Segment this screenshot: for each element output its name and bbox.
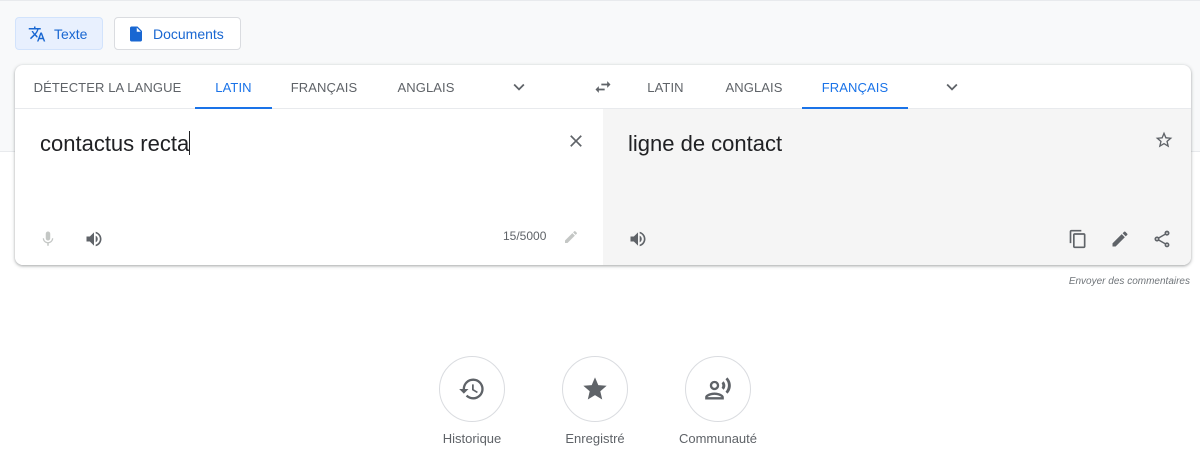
star-icon — [583, 377, 607, 400]
swap-languages-button[interactable] — [591, 75, 615, 99]
pencil-icon — [1112, 231, 1128, 247]
community-button[interactable]: Communauté — [668, 356, 768, 446]
tab-target-francais[interactable]: FRANÇAIS — [802, 65, 908, 109]
community-circle[interactable] — [685, 356, 751, 422]
saved-button[interactable]: Enregistré — [545, 356, 645, 446]
share-icon — [1154, 230, 1170, 248]
source-pane[interactable]: contactus recta 15/5000 — [15, 109, 603, 265]
star-icon — [1155, 131, 1173, 148]
voice-input-button[interactable] — [36, 227, 60, 251]
microphone-icon — [42, 231, 54, 246]
swap-icon — [595, 81, 611, 93]
history-label: Historique — [442, 431, 502, 446]
tab-source-francais[interactable]: FRANÇAIS — [279, 65, 369, 109]
close-icon — [570, 135, 582, 147]
save-translation-button[interactable] — [1152, 128, 1176, 152]
copy-icon — [1069, 229, 1086, 249]
chevron-down-icon — [513, 83, 525, 91]
saved-label: Enregistré — [565, 431, 625, 446]
chevron-down-icon — [946, 83, 958, 91]
translated-text: ligne de contact — [628, 131, 783, 156]
documents-mode-button[interactable]: Documents — [114, 17, 241, 50]
community-icon — [705, 377, 731, 400]
tab-source-anglais[interactable]: ANGLAIS — [385, 65, 467, 109]
history-button[interactable]: Historique — [422, 356, 522, 446]
suggest-edit-button[interactable] — [1108, 227, 1132, 251]
copy-translation-button[interactable] — [1066, 227, 1090, 251]
text-cursor — [189, 131, 191, 155]
text-mode-label: Texte — [54, 25, 88, 42]
translate-icon — [28, 26, 46, 41]
share-translation-button[interactable] — [1150, 227, 1174, 251]
listen-source-button[interactable] — [82, 227, 106, 251]
document-icon — [130, 26, 142, 41]
character-count: 15/5000 — [503, 229, 547, 243]
send-feedback-link[interactable]: Envoyer des commentaires — [1069, 276, 1190, 287]
language-bar: DÉTECTER LA LANGUE LATIN FRANÇAIS ANGLAI… — [15, 65, 1191, 109]
history-circle[interactable] — [439, 356, 505, 422]
tab-source-latin[interactable]: LATIN — [195, 65, 272, 109]
source-text-input[interactable]: contactus recta — [40, 131, 191, 157]
documents-mode-label: Documents — [153, 25, 224, 42]
translation-card: DÉTECTER LA LANGUE LATIN FRANÇAIS ANGLAI… — [15, 65, 1191, 265]
tab-detect-language[interactable]: DÉTECTER LA LANGUE — [25, 65, 190, 109]
listen-translation-button[interactable] — [626, 227, 650, 251]
target-pane: ligne de contact — [603, 109, 1191, 265]
text-mode-button[interactable]: Texte — [15, 17, 103, 50]
target-more-languages-button[interactable] — [940, 75, 964, 99]
pencil-icon — [565, 230, 578, 243]
source-more-languages-button[interactable] — [507, 75, 531, 99]
speaker-icon — [630, 231, 646, 247]
tab-target-latin[interactable]: LATIN — [637, 65, 694, 109]
saved-circle[interactable] — [562, 356, 628, 422]
community-label: Communauté — [678, 431, 758, 446]
clear-source-button[interactable] — [564, 129, 588, 153]
edit-source-button[interactable] — [561, 227, 581, 247]
speaker-icon — [86, 231, 102, 247]
history-icon — [459, 378, 484, 400]
tab-target-anglais[interactable]: ANGLAIS — [715, 65, 793, 109]
